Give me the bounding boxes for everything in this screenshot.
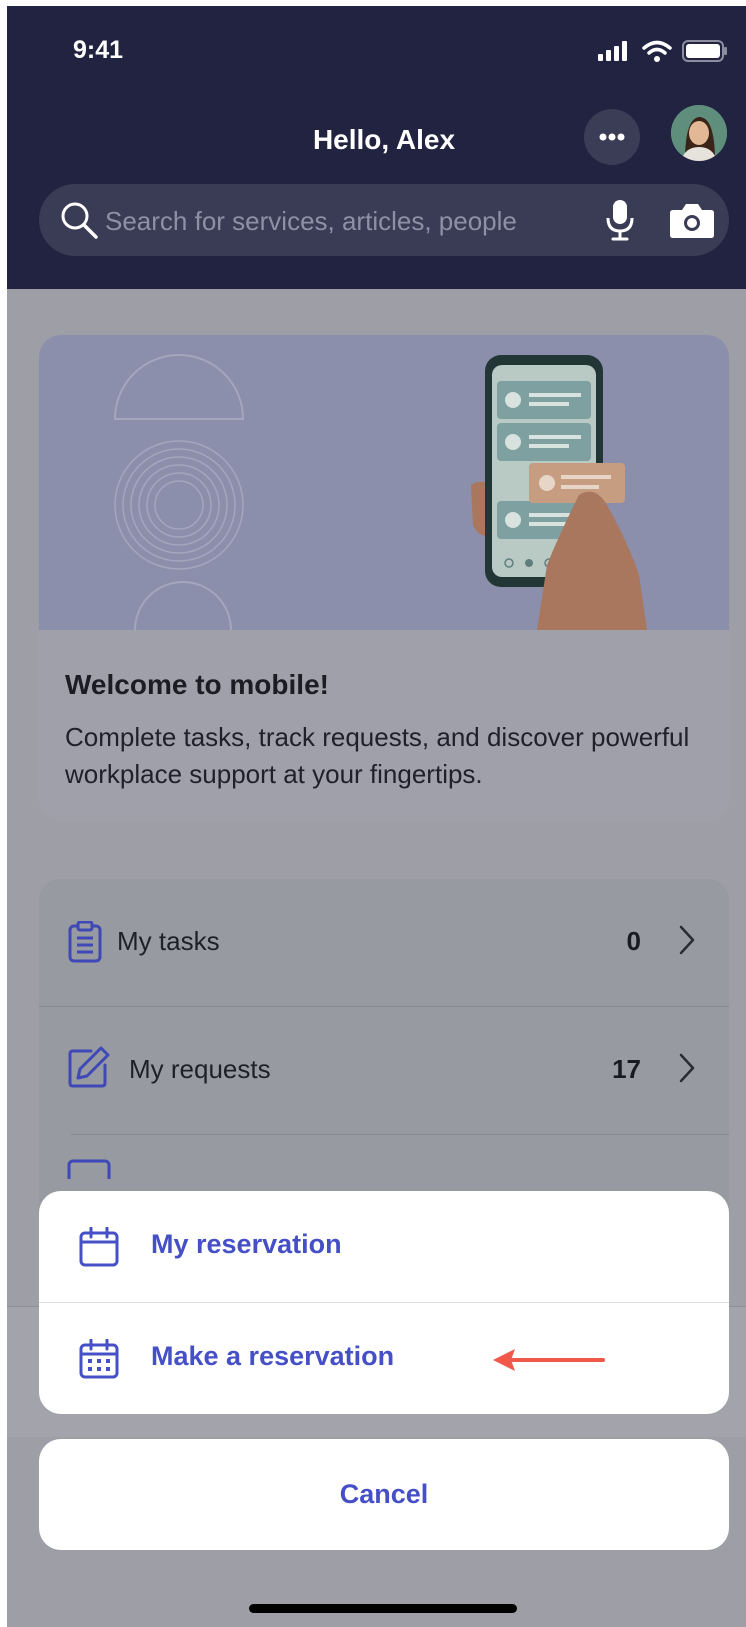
- action-sheet: My reservation Make a reservation: [39, 1191, 729, 1414]
- camera-icon[interactable]: [669, 200, 715, 240]
- phone-in-hand-illustration: [113, 354, 647, 631]
- search-input[interactable]: Search for services, articles, people: [105, 206, 517, 237]
- list-item-my-tasks[interactable]: My tasks 0: [39, 879, 729, 1006]
- signal-icon: [598, 41, 627, 61]
- calendar-icon: [79, 1227, 119, 1267]
- home-indicator: [249, 1604, 517, 1613]
- chevron-right-icon: [679, 1053, 695, 1083]
- make-reservation-option[interactable]: Make a reservation: [39, 1303, 729, 1414]
- make-reservation-label: Make a reservation: [151, 1341, 395, 1371]
- microphone-icon[interactable]: [605, 198, 635, 242]
- wifi-icon: [642, 40, 672, 62]
- clipboard-icon: [68, 921, 102, 963]
- search-icon: [61, 202, 98, 239]
- avatar[interactable]: [671, 105, 727, 161]
- list-item-my-requests[interactable]: My requests 17: [39, 1007, 729, 1134]
- more-options-button[interactable]: [584, 109, 640, 165]
- welcome-title: Welcome to mobile!: [65, 669, 329, 700]
- welcome-description: Complete tasks, track requests, and disc…: [65, 722, 690, 789]
- list-item-count: 17: [612, 1054, 641, 1084]
- welcome-card: Welcome to mobile! Complete tasks, track…: [39, 335, 729, 822]
- more-dots-icon: [599, 133, 625, 141]
- app-screen: 9:41 Hello, Alex Search for services, ar…: [7, 6, 746, 1627]
- battery-icon: [682, 40, 727, 62]
- calendar-grid-icon: [79, 1339, 119, 1379]
- list-item-label: My tasks: [117, 926, 220, 956]
- my-reservation-option[interactable]: My reservation: [39, 1191, 729, 1302]
- search-bar[interactable]: Search for services, articles, people: [39, 184, 729, 256]
- cancel-label: Cancel: [339, 1479, 429, 1509]
- annotation-arrow-icon: [493, 1349, 605, 1371]
- welcome-illustration: [39, 335, 729, 631]
- user-photo-icon: [671, 105, 727, 161]
- status-icons: [598, 40, 728, 62]
- chevron-right-icon: [679, 925, 695, 955]
- list-item-count: 0: [626, 926, 641, 956]
- cancel-button[interactable]: Cancel: [39, 1439, 729, 1550]
- edit-icon: [68, 1046, 110, 1088]
- status-time: 9:41: [73, 36, 124, 64]
- calendar-icon: [67, 1159, 111, 1179]
- my-reservation-label: My reservation: [151, 1229, 342, 1259]
- app-header: 9:41 Hello, Alex Search for services, ar…: [7, 6, 746, 289]
- list-item-label: My requests: [129, 1054, 271, 1084]
